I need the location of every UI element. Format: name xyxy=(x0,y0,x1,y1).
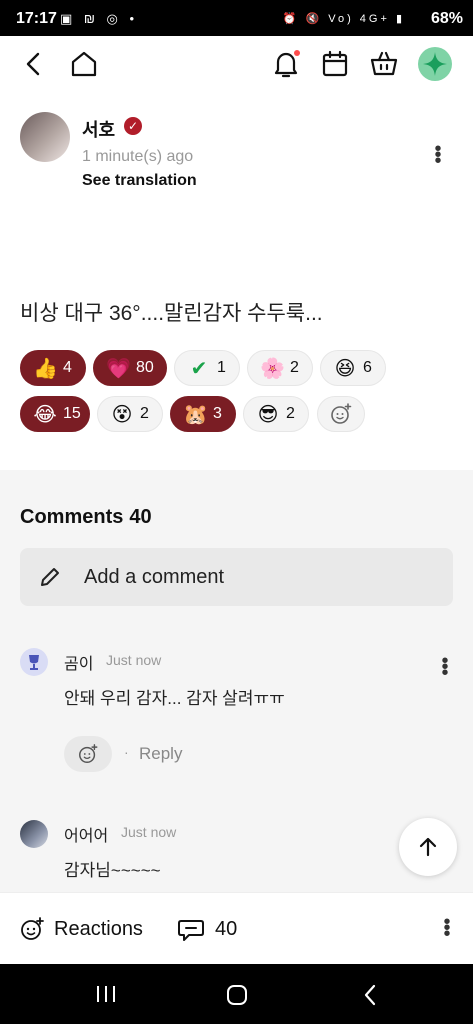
home-system-icon[interactable] xyxy=(226,984,248,1006)
calendar-icon xyxy=(322,50,348,77)
reaction-count: 2 xyxy=(290,359,299,376)
hamster-icon: 🐹 xyxy=(183,404,208,426)
add-comment-placeholder: Add a comment xyxy=(84,566,225,588)
reaction-pill[interactable]: 😆 6 xyxy=(320,350,386,386)
comments-title: Comments xyxy=(20,506,124,528)
comment-text: 안돼 우리 감자... 감자 살려ㅠㅠ xyxy=(64,689,285,708)
laughing-face-icon: 😆 xyxy=(334,358,356,380)
comments-heading: Comments 40 xyxy=(20,506,152,529)
reply-button[interactable]: Reply xyxy=(139,744,182,764)
reactions-label: Reactions xyxy=(54,918,143,940)
commenter-name[interactable]: 어어어 xyxy=(64,822,108,846)
system-icons: ⏰ 🔇 Vo) 4G+ ▮ xyxy=(282,13,405,25)
battery-level: 68% xyxy=(430,10,463,27)
comment-time: Just now xyxy=(121,824,177,840)
system-navigation-bar xyxy=(0,964,473,1024)
scroll-to-top-button[interactable] xyxy=(399,818,457,876)
reaction-count: 2 xyxy=(140,405,149,422)
commenter-avatar[interactable] xyxy=(20,648,48,676)
post-time: 1 minute(s) ago xyxy=(82,148,194,165)
see-translation-link[interactable]: See translation xyxy=(82,172,197,190)
notification-dot xyxy=(294,50,300,56)
add-comment-field[interactable]: Add a comment xyxy=(20,548,453,606)
reaction-count: 3 xyxy=(213,405,222,422)
reaction-pill[interactable]: 😂 15 xyxy=(20,396,90,432)
checkmark-icon: ✔ xyxy=(190,358,208,380)
reaction-count: 2 xyxy=(286,405,295,422)
verified-badge-icon: ✓ xyxy=(124,117,142,135)
shop-button[interactable] xyxy=(368,48,400,80)
reaction-count: 6 xyxy=(363,359,372,376)
back-button[interactable] xyxy=(18,48,50,80)
thumbs-up-icon: 👍 xyxy=(33,358,58,380)
reaction-count: 4 xyxy=(63,359,72,376)
reaction-count: 1 xyxy=(217,359,226,376)
comment-item: 곰이 Just now 안돼 우리 감자... 감자 살려ㅠㅠ · Reply xyxy=(20,648,453,778)
reaction-pill[interactable]: 🐹 3 xyxy=(170,396,236,432)
reaction-count: 15 xyxy=(63,405,81,422)
comment-time: Just now xyxy=(106,652,162,668)
dizzy-face-icon: 😵 xyxy=(111,404,133,426)
commenter-name[interactable]: 곰이 xyxy=(64,650,93,674)
reaction-count: 80 xyxy=(136,359,154,376)
reaction-pill[interactable]: 😎 2 xyxy=(243,396,309,432)
reaction-pill[interactable]: 🌸 2 xyxy=(247,350,313,386)
commenter-avatar[interactable] xyxy=(20,820,48,848)
post-text: 비상 대구 36°....말린감자 수두룩... xyxy=(20,302,323,325)
trophy-icon xyxy=(29,655,39,670)
comment-bubble-icon xyxy=(178,920,204,941)
chevron-left-icon xyxy=(26,52,40,76)
flower-icon: 🌸 xyxy=(260,358,285,380)
post-more-options-icon[interactable]: • • • xyxy=(432,139,444,171)
reaction-pill[interactable]: ✔ 1 xyxy=(174,350,240,386)
comment-item: 어어어 Just now 감자님~~~~~ xyxy=(20,820,453,890)
comments-count: 40 xyxy=(129,506,152,528)
arrow-up-icon xyxy=(419,837,437,857)
comment-more-options-icon[interactable]: • • • xyxy=(439,651,451,683)
sparkle-icon xyxy=(423,52,447,76)
pencil-icon xyxy=(41,568,59,586)
home-button[interactable] xyxy=(68,48,100,80)
author-avatar[interactable] xyxy=(20,112,70,162)
app-bar xyxy=(0,36,473,92)
comments-count-label: 40 xyxy=(215,918,238,940)
comment-react-button[interactable] xyxy=(64,736,112,772)
comment-text: 감자님~~~~~ xyxy=(64,861,161,880)
add-reaction-button[interactable] xyxy=(317,396,365,432)
notification-icons: ▣ ₪ ◎ • xyxy=(60,11,139,26)
reaction-pill[interactable]: 😵 2 xyxy=(97,396,163,432)
home-icon xyxy=(71,51,97,77)
recent-apps-icon[interactable] xyxy=(94,984,118,1004)
sunglasses-face-icon: 😎 xyxy=(257,404,279,426)
add-emoji-icon xyxy=(79,744,98,763)
shopping-basket-icon xyxy=(370,51,398,76)
bottom-more-options-icon[interactable]: • • • xyxy=(441,912,453,944)
bottom-action-bar: Reactions 40 • • • xyxy=(0,892,473,965)
author-name[interactable]: 서호 xyxy=(82,116,115,142)
notifications-button[interactable] xyxy=(270,48,302,80)
calendar-button[interactable] xyxy=(319,48,351,80)
status-time: 17:17 xyxy=(16,10,57,27)
status-bar: 17:17 ▣ ₪ ◎ • ⏰ 🔇 Vo) 4G+ ▮ 68% xyxy=(0,0,473,36)
heart-icon: 💗 xyxy=(106,358,131,380)
reaction-pill[interactable]: 👍 4 xyxy=(20,350,86,386)
add-emoji-icon xyxy=(21,917,44,940)
add-emoji-icon xyxy=(331,403,352,424)
separator-dot: · xyxy=(124,744,129,760)
profile-avatar[interactable] xyxy=(418,47,452,81)
crying-laughing-icon: 😂 xyxy=(33,404,57,426)
post-header: 서호 ✓ 1 minute(s) ago See translation xyxy=(20,112,460,192)
back-system-icon[interactable] xyxy=(362,984,378,1006)
reaction-pill[interactable]: 💗 80 xyxy=(93,350,167,386)
